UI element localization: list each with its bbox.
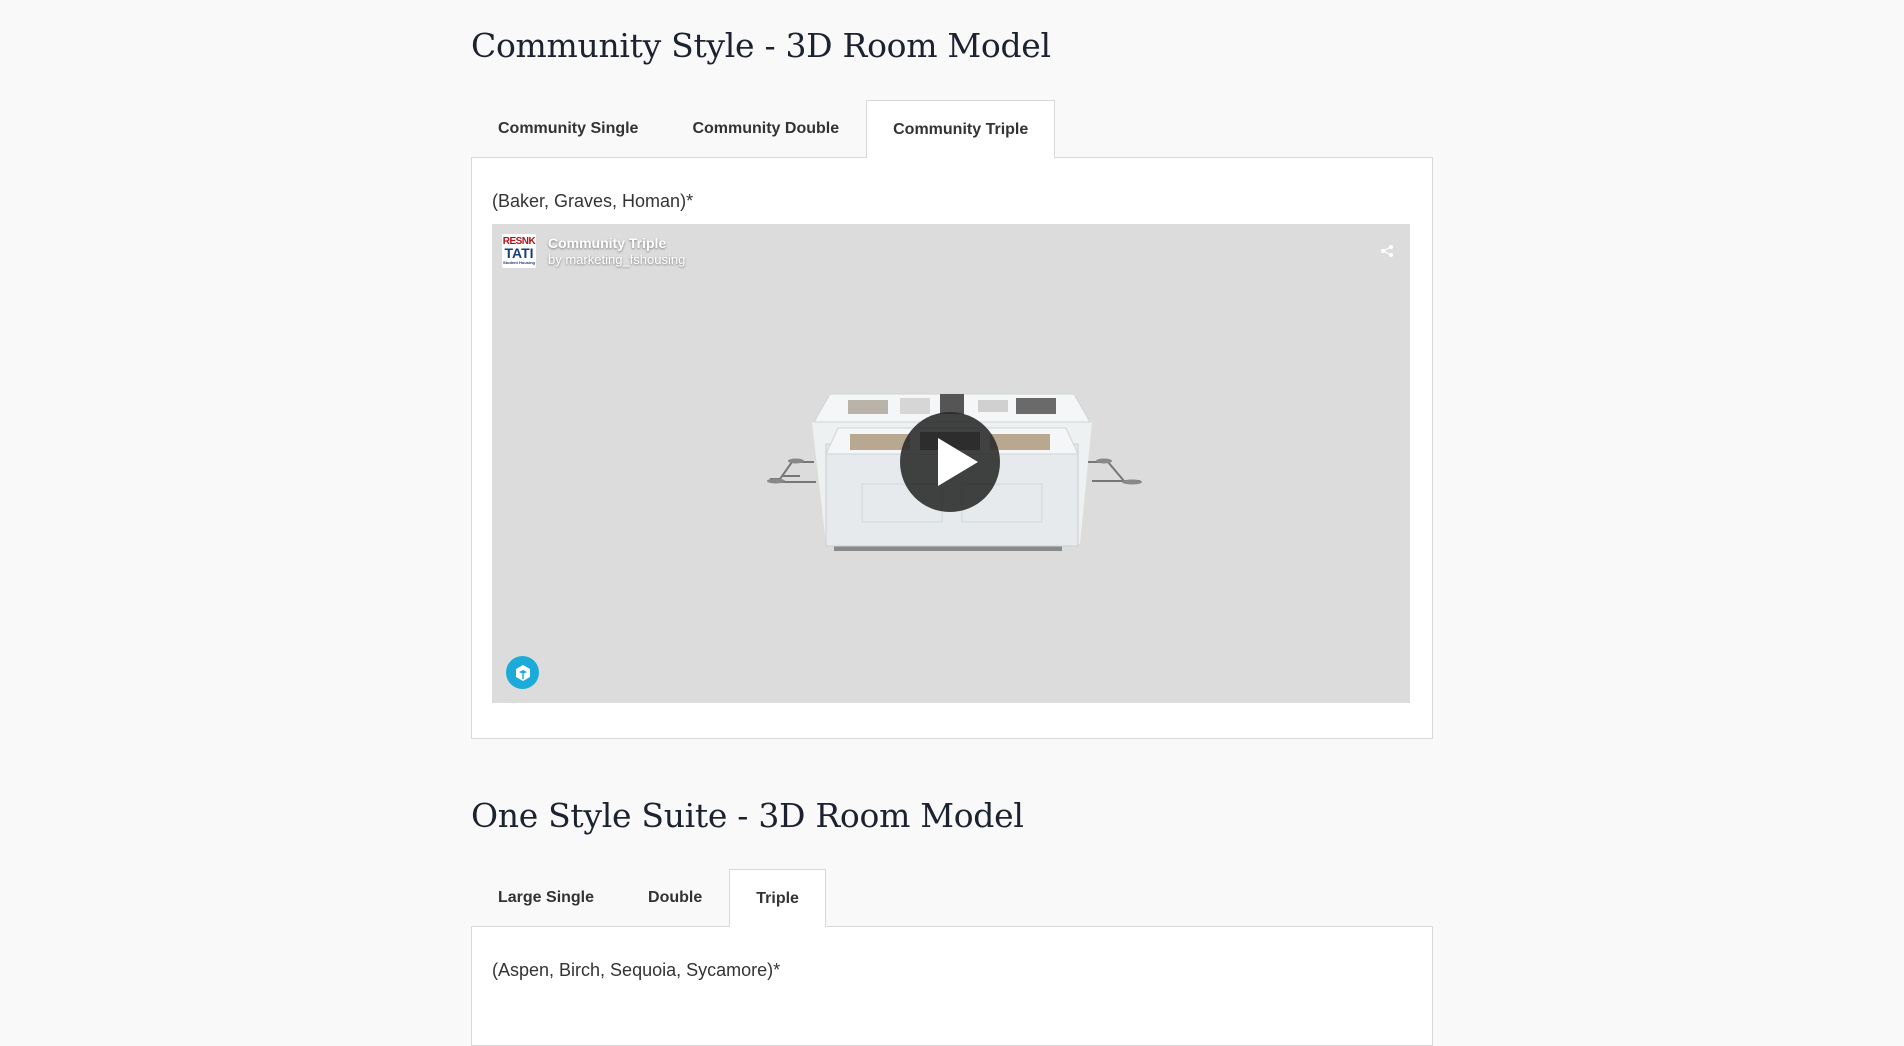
suite-tabset: Large Single Double Triple (Aspen, Birch…	[471, 869, 1433, 1046]
logo-text-mid: TATI	[504, 245, 534, 261]
sketchfab-icon[interactable]	[506, 656, 539, 689]
tab-community-double[interactable]: Community Double	[665, 100, 866, 157]
building-list: (Baker, Graves, Homan)*	[492, 191, 694, 211]
model-author[interactable]: by marketing_fshousing	[548, 252, 685, 267]
tab-bar: Large Single Double Triple	[471, 869, 1433, 927]
owner-logo[interactable]: RESNK TATI Student Housing	[502, 234, 536, 268]
viewer-header: RESNK TATI Student Housing Community Tri…	[502, 234, 685, 268]
model-viewer[interactable]: RESNK TATI Student Housing Community Tri…	[492, 224, 1410, 703]
section-title-suite: One Style Suite - 3D Room Model	[471, 796, 1024, 835]
section-title-community: Community Style - 3D Room Model	[471, 26, 1051, 65]
community-tabset: Community Single Community Double Commun…	[471, 100, 1433, 739]
share-icon[interactable]	[1380, 244, 1394, 263]
tab-double[interactable]: Double	[621, 869, 729, 926]
tab-panel: (Baker, Graves, Homan)* RESNK TATI Stude…	[471, 157, 1433, 739]
tab-community-single[interactable]: Community Single	[471, 100, 665, 157]
tab-triple[interactable]: Triple	[729, 869, 826, 927]
model-title[interactable]: Community Triple	[548, 235, 685, 252]
building-list: (Aspen, Birch, Sequoia, Sycamore)*	[492, 960, 781, 980]
play-button[interactable]	[900, 412, 1000, 512]
tab-panel: (Aspen, Birch, Sequoia, Sycamore)*	[471, 926, 1433, 1046]
tab-community-triple[interactable]: Community Triple	[866, 100, 1056, 158]
tab-large-single[interactable]: Large Single	[471, 869, 621, 926]
logo-text-bottom: Student Housing	[503, 260, 535, 265]
model-meta: Community Triple by marketing_fshousing	[548, 235, 685, 267]
tab-bar: Community Single Community Double Commun…	[471, 100, 1433, 158]
